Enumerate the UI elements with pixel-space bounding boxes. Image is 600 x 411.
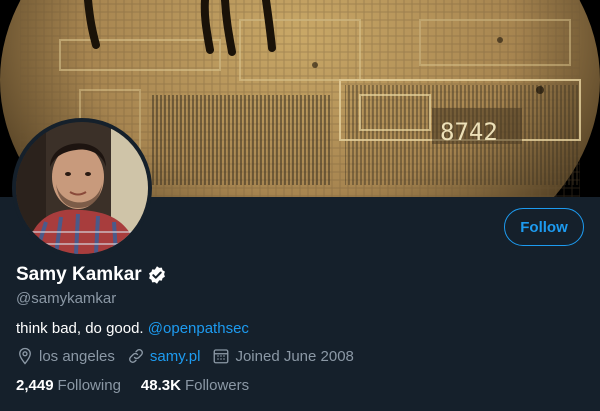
display-name: Samy Kamkar bbox=[16, 264, 142, 285]
profile-avatar[interactable] bbox=[12, 118, 152, 258]
following-count: 2,449 bbox=[16, 377, 54, 394]
location-pin-icon bbox=[19, 347, 31, 365]
link-icon bbox=[128, 349, 143, 363]
followers-stat[interactable]: 48.3K Followers bbox=[141, 377, 249, 394]
location-item: los angeles bbox=[16, 347, 115, 365]
calendar-icon bbox=[214, 349, 229, 364]
location-text: los angeles bbox=[39, 347, 115, 365]
profile-handle: @samykamkar bbox=[16, 290, 117, 307]
website-link[interactable]: samy.pl bbox=[150, 348, 201, 365]
follow-button[interactable]: Follow bbox=[504, 208, 584, 246]
avatar-image bbox=[16, 122, 148, 254]
profile-name-row: Samy Kamkar bbox=[16, 264, 167, 286]
verified-badge-icon[interactable] bbox=[147, 265, 167, 285]
website-item: samy.pl bbox=[127, 347, 201, 365]
joined-item: Joined June 2008 bbox=[212, 347, 354, 365]
followers-count: 48.3K bbox=[140, 377, 181, 394]
joined-text: Joined June 2008 bbox=[235, 347, 354, 365]
chip-marking: 8742 bbox=[440, 118, 498, 146]
bio-mention-link[interactable]: @openpathsec bbox=[148, 320, 249, 337]
profile-bio: think bad, do good. @openpathsec bbox=[16, 320, 249, 337]
bio-text: think bad, do good. bbox=[16, 320, 144, 337]
profile-stats: 2,449 Following 48.3K Followers bbox=[16, 377, 269, 394]
following-label: Following bbox=[57, 377, 121, 394]
followers-label: Followers bbox=[184, 377, 250, 394]
profile-meta: los angeles samy.pl Joined June 2008 bbox=[16, 347, 366, 365]
following-stat[interactable]: 2,449 Following bbox=[16, 377, 121, 394]
